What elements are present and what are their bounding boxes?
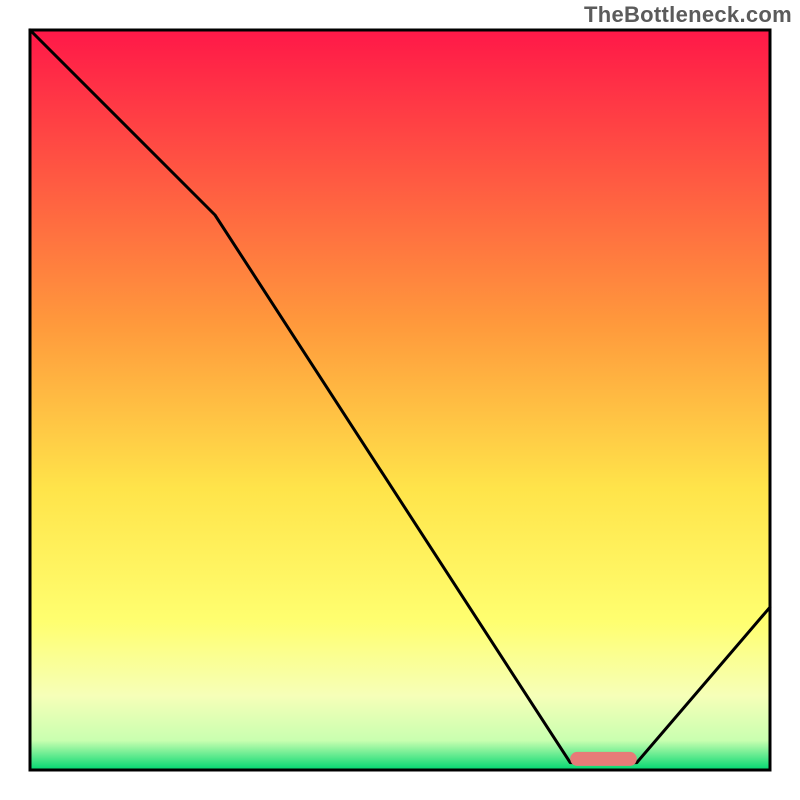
optimal-zone-marker <box>570 752 637 766</box>
chart-svg <box>0 0 800 800</box>
chart-frame: TheBottleneck.com <box>0 0 800 800</box>
